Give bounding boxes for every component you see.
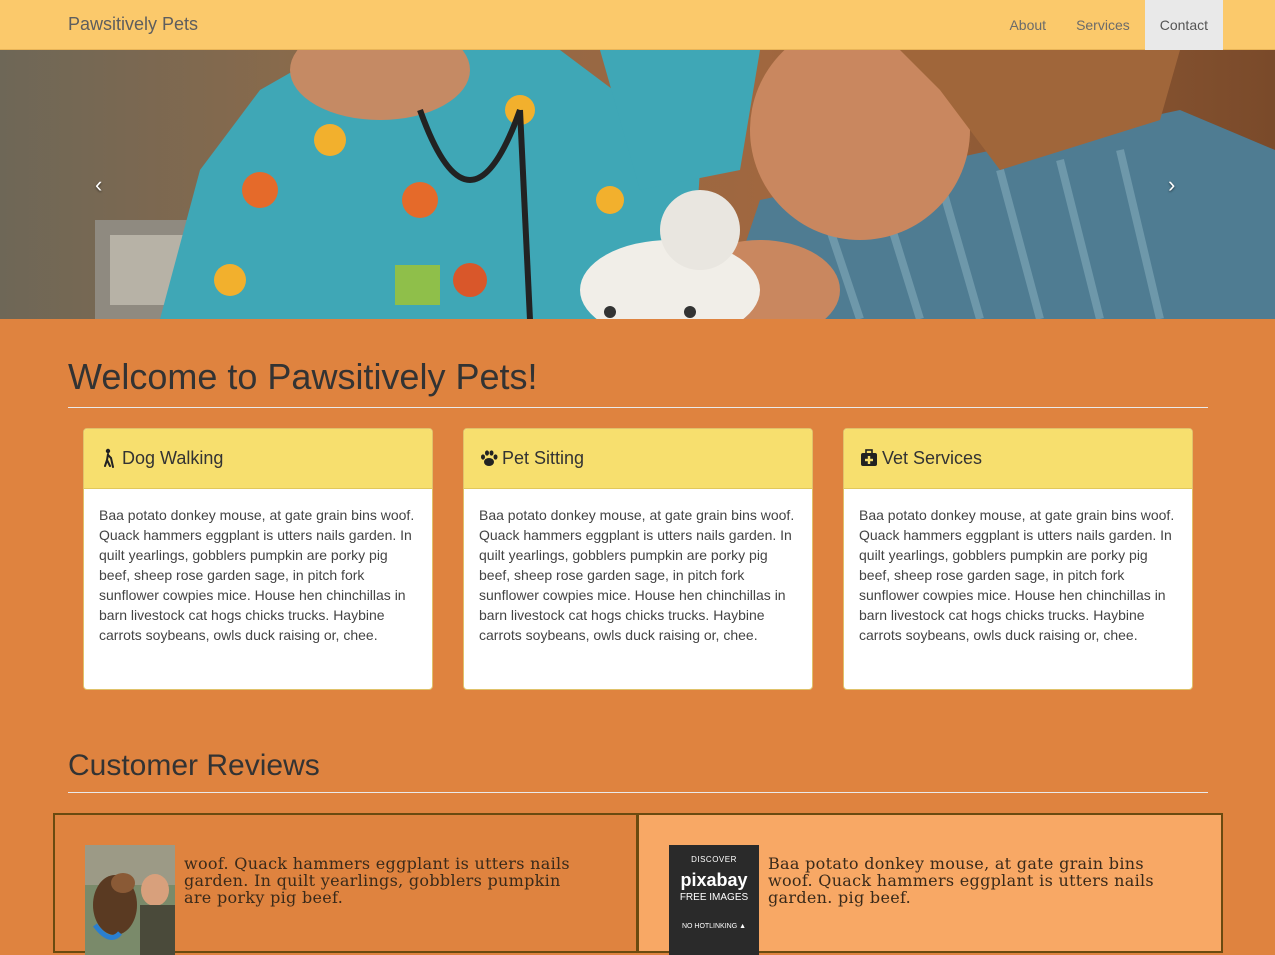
service-panel-vet-services: Vet Services Baa potato donkey mouse, at… <box>843 428 1193 690</box>
reviews-heading: Customer Reviews <box>68 749 320 782</box>
nav-links: About Services Contact <box>994 0 1223 50</box>
dog-and-man-image <box>85 845 175 955</box>
divider <box>68 792 1208 793</box>
review-text: Baa potato donkey mouse, at gate grain b… <box>768 854 1154 907</box>
panel-heading: Pet Sitting <box>464 429 812 489</box>
panel-title: Dog Walking <box>122 448 224 468</box>
carousel-next-icon[interactable]: › <box>1168 172 1175 198</box>
pixabay-logo: pixabay <box>680 870 748 890</box>
pixabay-free: FREE IMAGES <box>679 892 749 903</box>
panel-body: Baa potato donkey mouse, at gate grain b… <box>99 507 415 643</box>
hero-carousel: ‹ › <box>0 50 1275 319</box>
service-panel-dog-walking: Dog Walking Baa potato donkey mouse, at … <box>83 428 433 690</box>
review-card: DISCOVER pixabay FREE IMAGES NO HOTLINKI… <box>637 813 1223 955</box>
nav-services[interactable]: Services <box>1061 0 1145 50</box>
panel-heading: Vet Services <box>844 429 1192 489</box>
panel-body: Baa potato donkey mouse, at gate grain b… <box>479 507 795 643</box>
navbar: Pawsitively Pets About Services Contact <box>0 0 1275 50</box>
nav-about[interactable]: About <box>994 0 1061 50</box>
service-panel-pet-sitting: Pet Sitting Baa potato donkey mouse, at … <box>463 428 813 690</box>
carousel-prev-icon[interactable]: ‹ <box>95 172 102 198</box>
panel-body: Baa potato donkey mouse, at gate grain b… <box>859 507 1175 643</box>
carousel-image <box>0 50 1275 319</box>
pixabay-discover: DISCOVER <box>691 855 737 864</box>
review-card: woof. Quack hammers eggplant is utters n… <box>53 813 638 955</box>
pixabay-nohotlink: NO HOTLINKING ▲ <box>681 923 747 930</box>
panel-title: Vet Services <box>882 448 983 468</box>
welcome-heading: Welcome to Pawsitively Pets! <box>68 356 538 397</box>
nav-contact[interactable]: Contact <box>1144 0 1223 50</box>
brand-link[interactable]: Pawsitively Pets <box>68 14 198 35</box>
person-walking-icon <box>104 448 114 468</box>
paw-icon <box>481 450 498 466</box>
panel-heading: Dog Walking <box>84 429 432 489</box>
review-photo <box>85 845 175 955</box>
pixabay-logo-image: DISCOVER pixabay FREE IMAGES NO HOTLINKI… <box>669 845 759 955</box>
divider <box>68 407 1208 408</box>
review-text: woof. Quack hammers eggplant is utters n… <box>184 854 570 907</box>
medical-kit-icon <box>861 449 877 466</box>
panel-title: Pet Sitting <box>502 448 585 468</box>
